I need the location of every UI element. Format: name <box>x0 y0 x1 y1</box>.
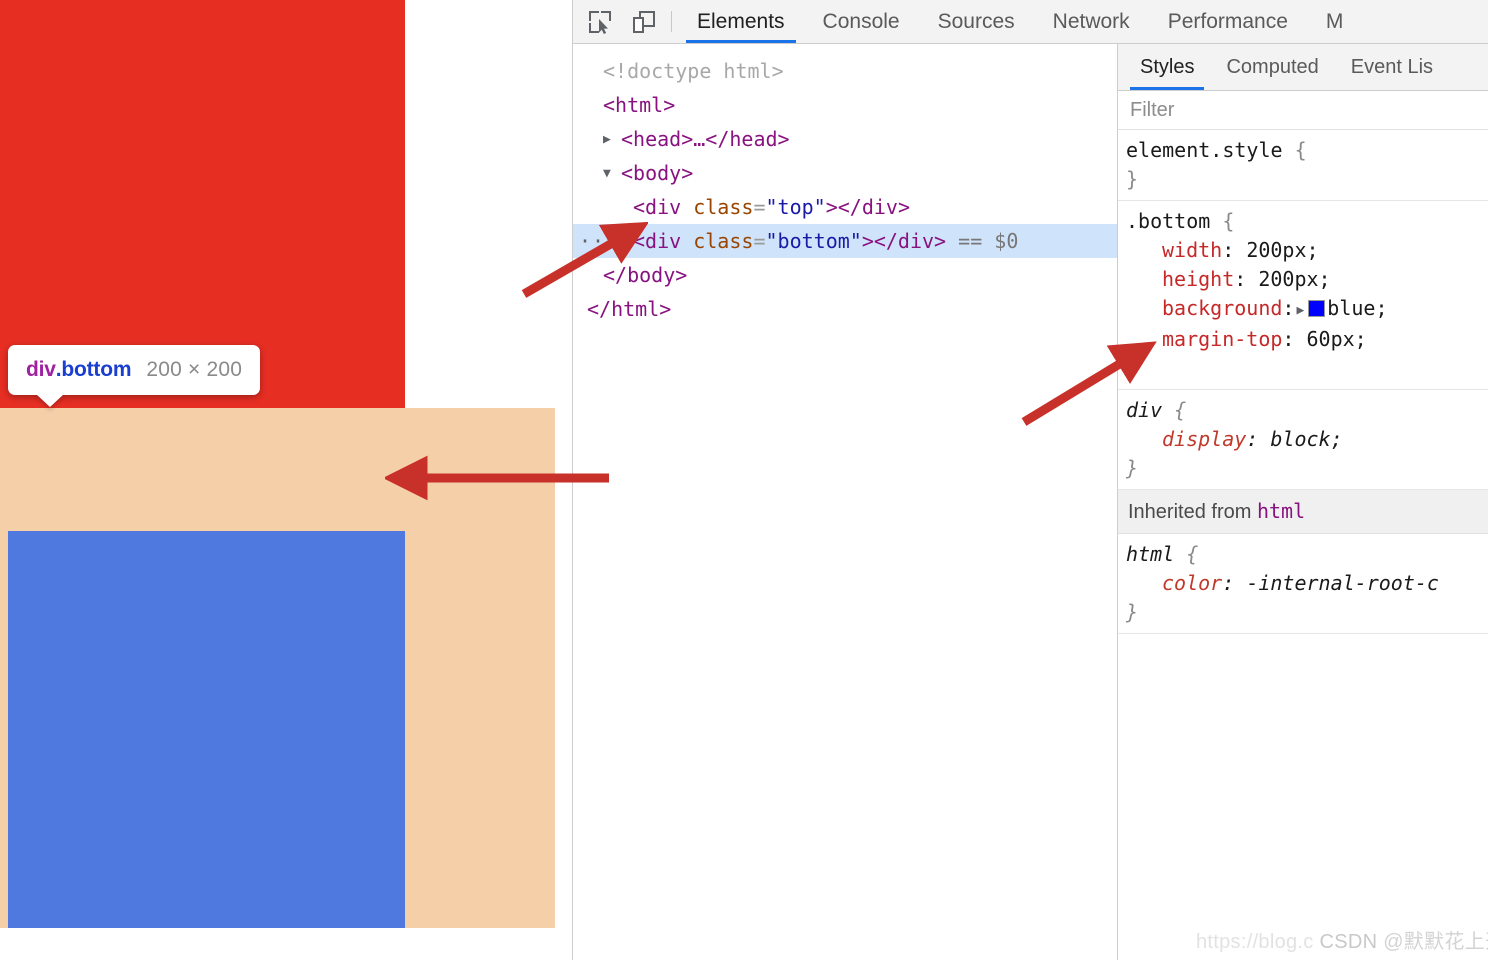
dom-tree-pane: <!doctype html> <html> ▶ <head>…</head> … <box>573 44 1118 960</box>
chevron-down-icon[interactable]: ▼ <box>603 166 621 181</box>
styles-filter-input[interactable] <box>1128 97 1467 123</box>
tab-console[interactable]: Console <box>804 0 919 43</box>
inherited-label: Inherited from <box>1128 501 1252 523</box>
dom-row-ellipsis: ··· <box>579 229 619 253</box>
toolbar-divider <box>671 11 672 32</box>
tooltip-tag-name: div <box>26 358 56 381</box>
dom-row[interactable]: ▼ <body> <box>573 156 1117 190</box>
watermark-url: https://blog.c <box>1196 931 1314 953</box>
selector-bottom: .bottom <box>1126 209 1211 233</box>
dom-div-bottom-attr: class <box>693 229 754 253</box>
tab-network[interactable]: Network <box>1034 0 1149 43</box>
value-background[interactable]: blue; <box>1327 296 1387 320</box>
dom-row[interactable]: ▶ <head>…</head> <box>573 122 1117 156</box>
selector-html: html <box>1126 542 1175 566</box>
tooltip-class-name: .bottom <box>55 358 132 381</box>
rule-element-style[interactable]: element.style { } <box>1118 130 1488 201</box>
dom-row[interactable]: </html> <box>573 292 1117 326</box>
rule-bottom[interactable]: .bottom { width: 200px; height: 200px; b… <box>1118 201 1488 390</box>
dom-html-open: <html> <box>603 93 676 117</box>
watermark: https://blog.c CSDN @默默花上开 <box>1196 925 1488 954</box>
dom-row[interactable]: <html> <box>573 88 1117 122</box>
dom-doctype: <!doctype html> <box>603 59 784 83</box>
dom-div-bottom-open: <div <box>633 229 682 253</box>
dom-row[interactable]: <!doctype html> <box>573 54 1117 88</box>
tab-computed[interactable]: Computed <box>1210 44 1334 90</box>
inherited-source: html <box>1256 499 1306 523</box>
color-swatch-blue[interactable] <box>1308 300 1326 317</box>
prop-color[interactable]: color <box>1126 569 1222 598</box>
dom-row-div-top[interactable]: <div class = "top" ></div> <box>573 190 1117 224</box>
chevron-right-icon[interactable]: ▶ <box>1296 296 1304 325</box>
devtools-tool-icons <box>573 0 669 43</box>
value-width[interactable]: 200px; <box>1246 238 1318 262</box>
dom-body-close: </body> <box>603 263 688 287</box>
watermark-brand: CSDN <box>1319 931 1378 953</box>
styles-pane: Styles Computed Event Lis element.style … <box>1118 44 1488 960</box>
devtools-tab-list: Elements Console Sources Network Perform… <box>678 0 1362 43</box>
screenshot-root: div .bottom 200 × 200 Elements Console S… <box>0 0 1488 960</box>
styles-filter-bar <box>1118 91 1488 130</box>
prop-display[interactable]: display <box>1126 425 1246 454</box>
selector-element-style: element.style <box>1126 138 1283 162</box>
dom-div-top-value: "top" <box>765 195 826 219</box>
devtools-toolbar: Elements Console Sources Network Perform… <box>573 0 1488 44</box>
page-viewport: div .bottom 200 × 200 <box>0 0 572 960</box>
value-height[interactable]: 200px; <box>1258 267 1330 291</box>
div-bottom-box <box>8 531 405 928</box>
dom-row-div-bottom[interactable]: ··· <div class = "bottom" ></div> == $0 <box>573 224 1117 258</box>
value-display[interactable]: block; <box>1270 427 1342 451</box>
tab-elements[interactable]: Elements <box>678 0 804 43</box>
selector-div: div <box>1126 398 1163 422</box>
dom-head: <head>…</head> <box>621 127 790 151</box>
styles-tab-list: Styles Computed Event Lis <box>1118 44 1488 91</box>
tooltip-pointer <box>36 394 64 407</box>
dom-row[interactable]: </body> <box>573 258 1117 292</box>
tab-event-listeners[interactable]: Event Lis <box>1335 44 1449 90</box>
inspect-element-icon[interactable] <box>583 5 617 39</box>
tab-sources[interactable]: Sources <box>919 0 1034 43</box>
tooltip-dimensions: 200 × 200 <box>146 358 243 381</box>
prop-margin-top[interactable]: margin-top <box>1126 325 1282 354</box>
prop-width[interactable]: width <box>1126 236 1222 265</box>
tab-memory[interactable]: M <box>1307 0 1363 43</box>
watermark-author: @默默花上开 <box>1383 931 1488 953</box>
value-margin-top[interactable]: 60px; <box>1307 327 1367 351</box>
rule-html-useragent[interactable]: html { color: -internal-root-c } <box>1118 534 1488 634</box>
rule-div-useragent[interactable]: div { display: block; } <box>1118 390 1488 490</box>
tab-styles[interactable]: Styles <box>1124 44 1210 90</box>
dom-div-top-attr: class <box>693 195 754 219</box>
prop-background[interactable]: background <box>1126 294 1282 323</box>
inherited-section-header: Inherited from html <box>1118 490 1488 534</box>
tab-performance[interactable]: Performance <box>1149 0 1307 43</box>
devtools-body: <!doctype html> <html> ▶ <head>…</head> … <box>573 44 1488 960</box>
devtools-panel: Elements Console Sources Network Perform… <box>572 0 1488 960</box>
dom-div-bottom-close: ></div> <box>861 229 947 253</box>
inspector-tooltip: div .bottom 200 × 200 <box>8 345 261 407</box>
chevron-right-icon[interactable]: ▶ <box>603 132 621 147</box>
dom-div-top-open: <div <box>633 195 682 219</box>
dom-div-top-close: ></div> <box>825 195 910 219</box>
dom-selected-marker: == $0 <box>958 229 1019 253</box>
dom-body-open: <body> <box>621 161 694 185</box>
dom-div-bottom-value: "bottom" <box>765 229 862 253</box>
device-toolbar-icon[interactable] <box>627 5 661 39</box>
prop-height[interactable]: height <box>1126 265 1234 294</box>
value-color[interactable]: -internal-root-c <box>1246 571 1439 595</box>
dom-html-close: </html> <box>587 297 672 321</box>
